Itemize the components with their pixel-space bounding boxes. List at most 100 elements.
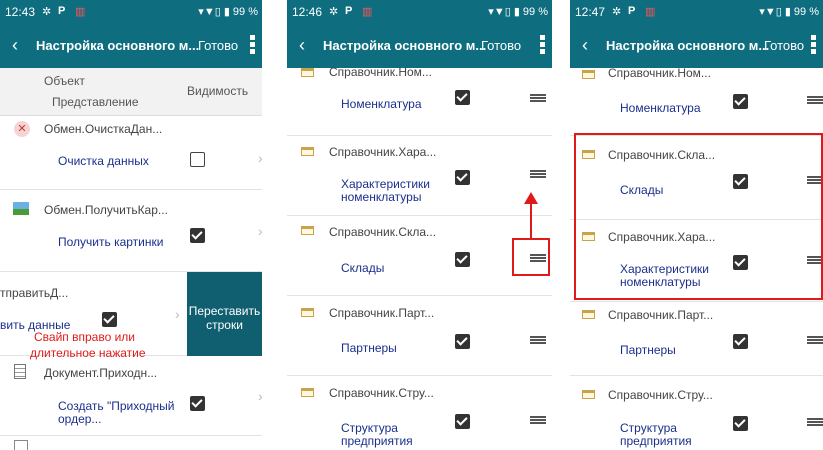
row-object: Справочник.Стру... xyxy=(608,388,713,402)
status-bar: 12:46 ✲ P ▥ ▾▼▯ ▮ 99 % xyxy=(287,0,552,24)
chevron-right-icon: › xyxy=(258,223,262,239)
row-representation: Структура предприятия xyxy=(620,421,692,448)
status-bar: 12:43 ✲ P ▥ ▾▼▯ ▮ 99 % xyxy=(0,0,262,24)
row-representation: Получить картинки xyxy=(58,235,164,249)
chevron-right-icon: › xyxy=(258,388,262,404)
row-object: Справочник.Хара... xyxy=(329,145,437,159)
status-time: 12:43 xyxy=(5,5,36,19)
status-bar: 12:47 ✲ P ▥ ▾▼▯ ▮ 99 % xyxy=(570,0,823,24)
status-indicators: ▾▼▯ ▮ 99 % xyxy=(198,6,258,18)
more-menu-icon[interactable] xyxy=(250,35,256,57)
document-icon xyxy=(14,364,26,379)
visibility-checkbox[interactable] xyxy=(455,170,470,185)
reorder-rows-label: Переставить строки xyxy=(188,304,261,332)
page-title: Настройка основного м... xyxy=(36,38,200,53)
done-button[interactable]: Готово xyxy=(764,38,804,53)
drag-handle-icon[interactable] xyxy=(807,96,823,104)
table-row[interactable]: Документ.Приходн... Создать "Приходный о… xyxy=(0,356,262,436)
drag-handle-icon[interactable] xyxy=(530,416,546,424)
table-row[interactable]: Справочник.Парт... Партнеры xyxy=(287,296,552,376)
screen-1: 12:43 ✲ P ▥ ▾▼▯ ▮ 99 % ‹ Настройка основ… xyxy=(0,0,262,450)
table-icon xyxy=(301,147,314,156)
app-icon: ▥ xyxy=(645,6,656,18)
visibility-checkbox[interactable] xyxy=(733,416,748,431)
drag-handle-icon[interactable] xyxy=(530,170,546,178)
screen-3: 12:47 ✲ P ▥ ▾▼▯ ▮ 99 % ‹ Настройка основ… xyxy=(570,0,823,450)
back-icon[interactable]: ‹ xyxy=(299,35,305,56)
visibility-checkbox[interactable] xyxy=(733,334,748,349)
visibility-checkbox[interactable] xyxy=(455,90,470,105)
more-menu-icon[interactable] xyxy=(540,35,546,57)
table-row[interactable]: Справочник.Парт... Партнеры xyxy=(570,302,823,376)
table-row[interactable]: Справочник.Хара... Характеристики номенк… xyxy=(287,136,552,216)
row-representation: Партнеры xyxy=(620,343,676,357)
table-row[interactable]: Справочник.Стру... Структура предприятия xyxy=(570,376,823,450)
app-icon: ▥ xyxy=(362,6,373,18)
row-object: Справочник.Скла... xyxy=(329,225,437,239)
table-icon xyxy=(301,226,314,235)
app-bar: ‹ Настройка основного м... Готово xyxy=(0,24,262,68)
drag-handle-icon[interactable] xyxy=(530,336,546,344)
table-icon xyxy=(582,310,595,319)
table-header: Объект Представление Видимость xyxy=(0,68,262,116)
settings-icon: ✲ xyxy=(42,6,52,18)
visibility-checkbox[interactable] xyxy=(455,252,470,267)
table-row[interactable]: Справочник.Ном... Номенклатура xyxy=(570,66,823,136)
arrow-head xyxy=(524,192,538,204)
table-icon xyxy=(582,390,595,399)
row-representation: Склады xyxy=(341,261,385,275)
row-object: Обмен.ПолучитьКар... xyxy=(44,203,168,217)
status-indicators: ▾▼▯ ▮ 99 % xyxy=(759,6,819,18)
drag-handle-icon[interactable] xyxy=(530,94,546,102)
visibility-checkbox[interactable] xyxy=(455,334,470,349)
row-representation: Создать "Приходный ордер... xyxy=(58,399,175,426)
visibility-checkbox[interactable] xyxy=(733,94,748,109)
highlight-reordered-rows xyxy=(574,133,823,300)
chevron-right-icon: › xyxy=(175,306,180,322)
highlight-drag-handle xyxy=(512,238,550,276)
table-row[interactable]: ✕ Обмен.ОчисткаДан... Очистка данных › xyxy=(0,116,262,190)
row-object: Документ.Приходн... xyxy=(44,366,158,380)
table-row[interactable]: тправитьД... вить данные › Переставить с… xyxy=(0,272,262,360)
table-row[interactable]: Справочник.Ном... Номенклатура xyxy=(287,65,552,136)
table-icon xyxy=(301,388,314,397)
notification-icon: P xyxy=(58,5,66,17)
app-icon: ▥ xyxy=(75,6,86,18)
back-icon[interactable]: ‹ xyxy=(582,35,588,56)
row-object: Обмен.ОчисткаДан... xyxy=(44,122,163,136)
done-button[interactable]: Готово xyxy=(198,38,238,53)
arrow-up-icon xyxy=(530,200,532,238)
row-object: Справочник.Парт... xyxy=(329,306,435,320)
page-title: Настройка основного м... xyxy=(323,38,487,53)
settings-icon: ✲ xyxy=(612,6,622,18)
table-icon xyxy=(301,68,314,77)
chevron-right-icon: › xyxy=(258,150,262,166)
row-representation: Номенклатура xyxy=(341,97,422,111)
swipe-annotation-line-1: Свайп вправо или xyxy=(34,330,135,344)
drag-handle-icon[interactable] xyxy=(807,418,823,426)
row-object: тправитьД... xyxy=(0,286,69,300)
visibility-checkbox[interactable] xyxy=(190,228,205,243)
notification-icon: P xyxy=(345,5,353,17)
picture-icon xyxy=(13,202,29,215)
page-title: Настройка основного м... xyxy=(606,38,770,53)
visibility-checkbox[interactable] xyxy=(102,312,117,327)
reorder-rows-button[interactable]: Переставить строки xyxy=(187,272,262,356)
table-row[interactable]: Обмен.ПолучитьКар... Получить картинки › xyxy=(0,190,262,272)
table-row[interactable]: Справочник.Стру... Структура предприятия xyxy=(287,376,552,450)
app-bar: ‹ Настройка основного м... Готово xyxy=(287,24,552,68)
back-icon[interactable]: ‹ xyxy=(12,35,18,56)
next-row-stub xyxy=(14,440,28,450)
visibility-checkbox[interactable] xyxy=(190,152,205,167)
visibility-checkbox[interactable] xyxy=(455,414,470,429)
visibility-checkbox[interactable] xyxy=(190,396,205,411)
drag-handle-icon[interactable] xyxy=(807,336,823,344)
header-object: Объект xyxy=(44,74,85,88)
status-indicators: ▾▼▯ ▮ 99 % xyxy=(488,6,548,18)
done-button[interactable]: Готово xyxy=(481,38,521,53)
more-menu-icon[interactable] xyxy=(811,35,817,57)
row-representation: Партнеры xyxy=(341,341,397,355)
row-object: Справочник.Стру... xyxy=(329,386,434,400)
row-representation: Очистка данных xyxy=(58,154,149,168)
table-icon xyxy=(582,70,595,79)
